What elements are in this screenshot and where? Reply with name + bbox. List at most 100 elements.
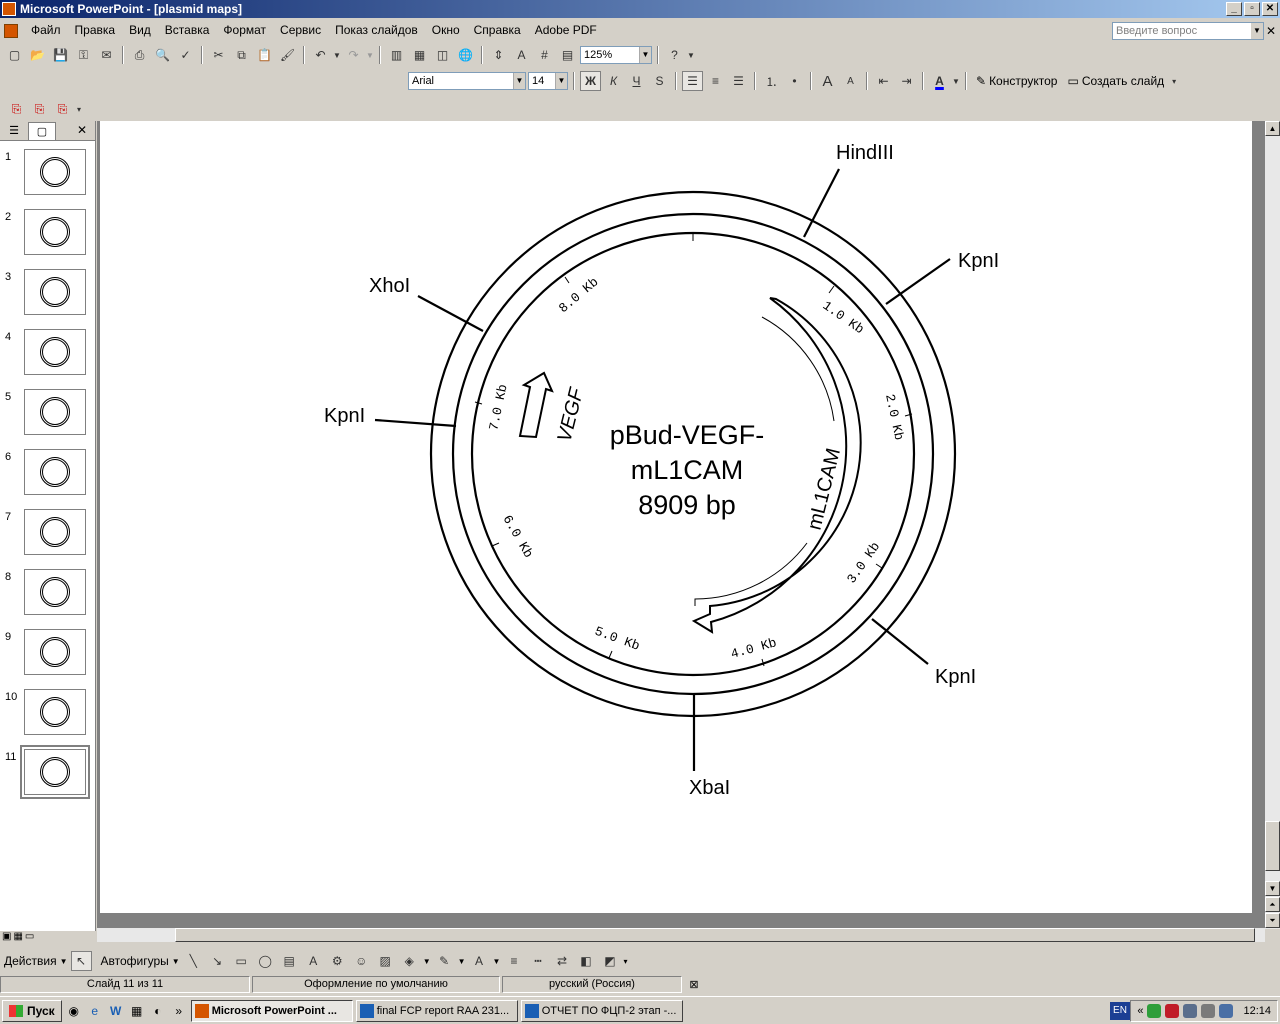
insert-chart-icon[interactable]: ▥ <box>386 45 407 65</box>
next-slide-icon[interactable]: ⏷ <box>1265 913 1280 928</box>
align-right-icon[interactable]: ☰ <box>728 71 749 91</box>
increase-indent-icon[interactable]: ⇥ <box>896 71 917 91</box>
shrink-font-button[interactable]: A <box>840 71 861 91</box>
language-indicator[interactable]: EN <box>1110 1002 1130 1020</box>
designer-button[interactable]: ✎ Конструктор <box>972 71 1061 91</box>
slides-tab[interactable]: ▢ <box>28 121 56 140</box>
slide-thumbnail-row[interactable]: 10 <box>0 689 96 739</box>
numbering-icon[interactable]: ⒈ <box>761 71 782 91</box>
quicklaunch-calc-icon[interactable]: ▦ <box>128 1002 146 1020</box>
network-icon[interactable] <box>1183 1004 1198 1018</box>
menu-view[interactable]: Вид <box>122 20 158 41</box>
decrease-indent-icon[interactable]: ⇤ <box>873 71 894 91</box>
paste-icon[interactable]: 📋 <box>254 45 275 65</box>
save-icon[interactable]: 💾 <box>50 45 71 65</box>
clipart-icon[interactable]: ☺ <box>351 951 372 971</box>
print-preview-icon[interactable]: 🔍 <box>152 45 173 65</box>
chevron-down-icon[interactable]: ▼ <box>423 957 431 966</box>
chevron-down-icon[interactable]: ▼ <box>493 957 501 966</box>
current-slide[interactable]: 1.0 Kb 2.0 Kb 3.0 Kb 4.0 Kb 5.0 Kb 6.0 K… <box>100 121 1252 913</box>
copy-icon[interactable]: ⧉ <box>231 45 252 65</box>
quicklaunch-app-icon[interactable]: ◐ <box>149 1002 167 1020</box>
open-icon[interactable]: 📂 <box>27 45 48 65</box>
expand-all-icon[interactable]: ⇕ <box>488 45 509 65</box>
chevron-down-icon[interactable]: ▼ <box>60 957 68 966</box>
arrow-style-icon[interactable]: ⇄ <box>551 951 572 971</box>
tray-expand-icon[interactable]: « <box>1137 1005 1143 1017</box>
diagram-icon[interactable]: ⚙ <box>327 951 348 971</box>
slide-thumbnail[interactable] <box>24 329 86 375</box>
slide-thumbnail-row[interactable]: 5 <box>0 389 96 439</box>
redo-icon[interactable]: ↷ <box>343 45 364 65</box>
slide-thumbnail[interactable] <box>24 509 86 555</box>
document-close-button[interactable]: ✕ <box>1266 24 1276 38</box>
slide-thumbnail-row[interactable]: 4 <box>0 329 96 379</box>
font-size-select[interactable]: 14 ▼ <box>528 72 568 90</box>
task-word-report[interactable]: final FCP report RAA 231... <box>355 999 518 1022</box>
select-pointer-icon[interactable]: ↖ <box>70 951 92 971</box>
zoom-select[interactable]: 125% ▼ <box>580 46 652 64</box>
start-button[interactable]: Пуск <box>2 999 62 1022</box>
pdf-email-icon[interactable]: ⎘ <box>29 99 50 119</box>
quicklaunch-more-icon[interactable]: » <box>170 1002 188 1020</box>
chevron-down-icon[interactable]: ▼ <box>513 73 525 89</box>
3d-style-icon[interactable]: ◩ <box>599 951 620 971</box>
document-icon[interactable] <box>4 23 18 38</box>
chevron-down-icon[interactable]: ▼ <box>458 957 466 966</box>
outline-tab[interactable]: ☰ <box>0 122 28 140</box>
slide-thumbnail-row[interactable]: 1 <box>0 149 96 199</box>
dash-style-icon[interactable]: ┅ <box>527 951 548 971</box>
slide-sorter-icon[interactable]: ▦ <box>13 931 22 947</box>
menu-edit[interactable]: Правка <box>68 20 123 41</box>
normal-view-icon[interactable]: ▣ <box>2 931 11 947</box>
actions-menu[interactable]: Действия <box>4 954 57 968</box>
chevron-down-icon[interactable]: ▾ <box>623 957 627 966</box>
task-word-otchet[interactable]: ОТЧЕТ ПО ФЦП-2 этап -... <box>520 999 683 1022</box>
align-center-icon[interactable]: ≡ <box>705 71 726 91</box>
italic-button[interactable]: К <box>603 71 624 91</box>
slide-thumbnail-row[interactable]: 7 <box>0 509 96 559</box>
slide-thumbnail-row[interactable]: 8 <box>0 569 96 619</box>
task-powerpoint[interactable]: Microsoft PowerPoint ... <box>190 999 353 1022</box>
line-color-icon[interactable]: ✎ <box>434 951 455 971</box>
print-icon[interactable]: ⎙ <box>129 45 150 65</box>
toolbar-options-icon[interactable]: ▾ <box>1170 71 1178 91</box>
powerpoint-app-icon[interactable] <box>2 2 16 16</box>
pane-close-button[interactable]: ✕ <box>77 123 87 137</box>
oval-icon[interactable]: ◯ <box>255 951 276 971</box>
textbox-icon[interactable]: ▤ <box>279 951 300 971</box>
cut-icon[interactable]: ✂ <box>208 45 229 65</box>
bullets-icon[interactable]: • <box>784 71 805 91</box>
bold-button[interactable]: Ж <box>580 71 601 91</box>
menu-tools[interactable]: Сервис <box>273 20 328 41</box>
slide-thumbnail-row[interactable]: 11 <box>0 745 96 799</box>
horizontal-scrollbar[interactable] <box>97 928 1265 942</box>
scroll-thumb[interactable] <box>1265 821 1280 871</box>
slide-thumbnail[interactable] <box>24 389 86 435</box>
scroll-down-icon[interactable]: ▼ <box>1265 881 1280 896</box>
format-painter-icon[interactable]: 🖌 <box>277 45 298 65</box>
chevron-down-icon[interactable]: ▼ <box>172 957 180 966</box>
arrow-icon[interactable]: ↘ <box>207 951 228 971</box>
permission-icon[interactable]: ⚿ <box>73 45 94 65</box>
hyperlink-icon[interactable]: 🌐 <box>455 45 476 65</box>
shield-icon[interactable] <box>1147 1004 1162 1018</box>
autoshapes-menu[interactable]: Автофигуры <box>101 954 169 968</box>
grid-icon[interactable]: # <box>534 45 555 65</box>
font-color-button[interactable]: A <box>929 71 950 91</box>
previous-slide-icon[interactable]: ⏶ <box>1265 897 1280 912</box>
maximize-button[interactable]: ▫ <box>1244 2 1260 16</box>
hscroll-thumb[interactable] <box>175 928 1255 942</box>
slide-thumbnail[interactable] <box>24 629 86 675</box>
menu-format[interactable]: Формат <box>216 20 273 41</box>
scroll-up-icon[interactable]: ▲ <box>1265 121 1280 136</box>
chevron-down-icon[interactable]: ▼ <box>952 71 960 91</box>
underline-button[interactable]: Ч <box>626 71 647 91</box>
tables-borders-icon[interactable]: ◫ <box>432 45 453 65</box>
help-question-input[interactable]: Введите вопрос ▼ <box>1112 22 1264 40</box>
undo-icon[interactable]: ↶ <box>310 45 331 65</box>
mail-icon[interactable] <box>1219 1004 1234 1018</box>
close-button[interactable]: ✕ <box>1262 2 1278 16</box>
chevron-down-icon[interactable]: ▼ <box>1251 23 1263 39</box>
picture-icon[interactable]: ▨ <box>375 951 396 971</box>
